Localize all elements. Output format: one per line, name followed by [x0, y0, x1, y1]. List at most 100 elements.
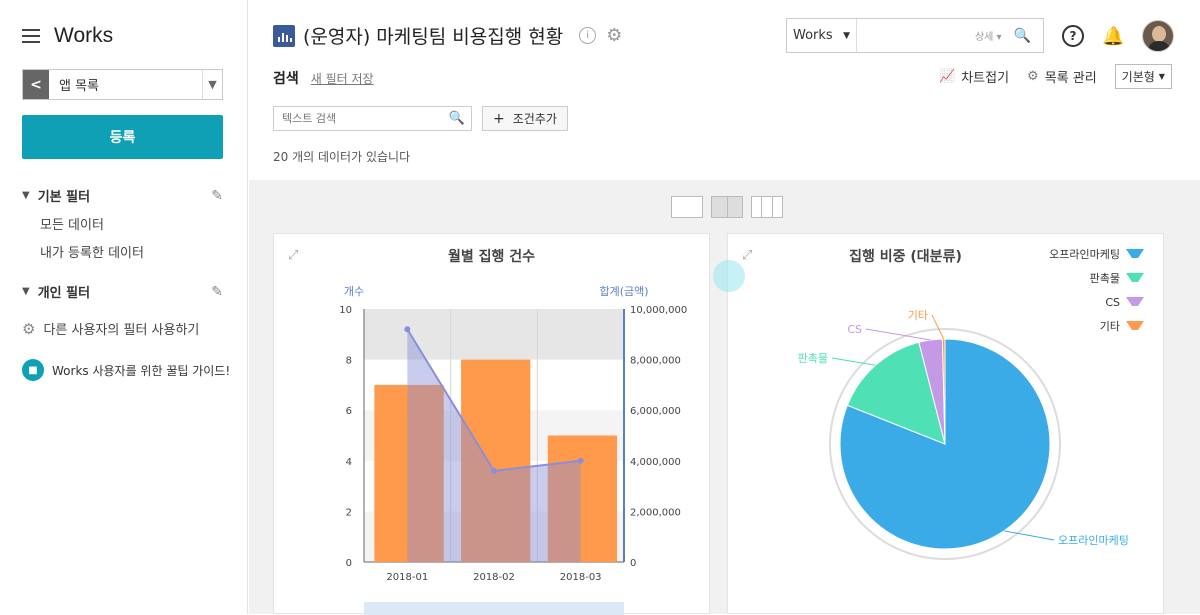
plus-icon: +: [493, 110, 505, 127]
legend-swatch: [1126, 273, 1144, 282]
legend-label: 오프라인마케팅: [1049, 248, 1120, 261]
legend-swatch: [1126, 321, 1144, 330]
bell-icon[interactable]: 🔔: [1102, 26, 1124, 47]
x-tick-label: 2018-01: [386, 572, 428, 583]
line-point: [404, 326, 411, 333]
brand: Works: [22, 24, 113, 48]
top-bar: (운영자) 마케팅팀 비용집행 현황 i ⚙ Works ▼ 상세 ▾ 🔍 ? …: [249, 0, 1200, 180]
chart-icon: 📈: [939, 69, 956, 84]
search-detail-toggle[interactable]: 상세 ▾: [975, 28, 1002, 43]
text-search-input[interactable]: [274, 112, 444, 125]
search-row: 검색 새 필터 저장: [273, 68, 374, 88]
legend-label: CS: [1105, 296, 1120, 309]
app-list-select[interactable]: < 앱 목록 ▼: [22, 69, 223, 100]
help-icon[interactable]: ?: [1062, 25, 1084, 47]
global-search: Works ▼ 상세 ▾ 🔍: [786, 18, 1044, 53]
pencil-icon[interactable]: ✎: [211, 284, 223, 300]
y2-tick-label: 8,000,000: [630, 356, 681, 367]
cursor-highlight: [713, 260, 745, 292]
layout-single-button[interactable]: [671, 196, 703, 218]
layout-triple-button[interactable]: [751, 196, 783, 218]
line-point: [491, 467, 497, 474]
grid-band: [364, 309, 624, 360]
search-icon[interactable]: 🔍: [1014, 28, 1031, 44]
legend-label: 판촉물: [1090, 272, 1120, 285]
back-arrow-icon[interactable]: <: [23, 70, 49, 99]
guide-label: Works 사용자를 위한 꿀팁 가이드!: [52, 363, 231, 378]
bar-chart-icon: [273, 24, 295, 47]
y2-tick-label: 0: [630, 558, 636, 569]
search-icon[interactable]: 🔍: [449, 111, 465, 126]
search-scope-select[interactable]: Works ▼: [787, 19, 857, 52]
pie-callout-label: 판촉물: [798, 352, 828, 365]
basic-filter-section: ▼ 기본 필터 ✎ 모든 데이터 내가 등록한 데이터: [22, 186, 223, 262]
top-icons: ? 🔔: [1062, 20, 1175, 52]
add-condition-button[interactable]: + 조건추가: [482, 106, 568, 131]
y2-tick-label: 10,000,000: [630, 305, 687, 316]
list-manage-button[interactable]: ⚙ 목록 관리: [1027, 67, 1097, 86]
avatar[interactable]: [1142, 20, 1175, 52]
y2-tick-label: 6,000,000: [630, 406, 681, 417]
gear-icon: ⚙: [22, 319, 36, 338]
basic-filter-header[interactable]: ▼ 기본 필터 ✎: [22, 186, 223, 206]
personal-filter-title: 개인 필터: [37, 286, 91, 301]
pie-callout-label: CS: [847, 323, 862, 336]
pencil-icon[interactable]: ✎: [211, 188, 223, 204]
chart-card-ratio: ⤢ 집행 비중 (대분류) 오프라인마케팅 판촉물 CS 기타 오프라인마케팅 판촉물 CS…: [727, 233, 1164, 614]
sidebar: Works < 앱 목록 ▼ 등록 ▼ 기본 필터 ✎ 모든 데이터 내가 등록…: [0, 0, 248, 614]
pie-callout-line: [931, 314, 945, 340]
chevron-down-icon: ▼: [22, 190, 30, 201]
bookmark-icon: ■: [22, 359, 44, 381]
gear-icon: ⚙: [1027, 69, 1039, 84]
y2-tick-label: 4,000,000: [630, 457, 681, 468]
text-search-box: 🔍: [273, 106, 472, 131]
y2-axis-label: 합계(금액): [599, 285, 648, 298]
line-point: [577, 457, 584, 464]
brand-name: Works: [54, 24, 114, 47]
caret-down-icon: ▼: [1158, 72, 1165, 81]
hamburger-menu-icon[interactable]: [22, 29, 40, 43]
pie-chart: 오프라인마케팅판촉물CS기타오프라인마케팅판촉물CS기타: [798, 248, 1144, 560]
page-title: (운영자) 마케팅팀 비용집행 현황: [303, 26, 564, 48]
page-title-wrap: (운영자) 마케팅팀 비용집행 현황 i ⚙: [273, 22, 622, 49]
legend-label: 기타: [1100, 320, 1120, 333]
app-list-label: 앱 목록: [59, 79, 100, 94]
filter-item-all-data[interactable]: 모든 데이터: [22, 214, 223, 233]
layout-double-button[interactable]: [711, 196, 743, 218]
register-button[interactable]: 등록: [22, 115, 223, 159]
pie-callout-line: [831, 357, 876, 366]
other-user-filter-link[interactable]: ⚙ 다른 사용자의 필터 사용하기: [22, 319, 199, 339]
chart-zoom-scrollbar[interactable]: [364, 602, 624, 615]
gear-icon[interactable]: ⚙: [606, 25, 622, 46]
view-mode-select[interactable]: 기본형 ▼: [1114, 64, 1172, 89]
y-tick-label: 10: [339, 305, 352, 316]
list-manage-label: 목록 관리: [1044, 71, 1097, 86]
info-icon[interactable]: i: [579, 27, 597, 44]
personal-filter-header[interactable]: ▼ 개인 필터 ✎: [22, 282, 223, 302]
view-mode-label: 기본형: [1121, 70, 1155, 84]
y-tick-label: 4: [346, 457, 352, 468]
y-tick-label: 8: [346, 356, 352, 367]
x-tick-label: 2018-02: [473, 572, 515, 583]
y-tick-label: 2: [346, 507, 352, 518]
right-tools: 📈 차트접기 ⚙ 목록 관리 기본형 ▼: [939, 64, 1172, 89]
chevron-down-icon[interactable]: ▼: [202, 70, 222, 99]
y2-tick-label: 2,000,000: [630, 507, 681, 518]
x-tick-label: 2018-03: [560, 572, 602, 583]
y-axis-label: 개수: [344, 285, 364, 298]
save-filter-link[interactable]: 새 필터 저장: [311, 70, 374, 87]
filter-item-my-data[interactable]: 내가 등록한 데이터: [22, 242, 223, 261]
legend-swatch: [1126, 297, 1144, 306]
bar-line-chart: 개수 합계(금액) 0 2 4 6 8 10 0 2,000,000 4,000,000 6,00…: [339, 285, 687, 615]
layout-toggle: [671, 196, 783, 218]
fold-chart-button[interactable]: 📈 차트접기: [939, 67, 1009, 86]
chevron-down-icon: ▼: [22, 286, 30, 297]
main-area: (운영자) 마케팅팀 비용집행 현황 i ⚙ Works ▼ 상세 ▾ 🔍 ? …: [249, 0, 1200, 615]
guide-link[interactable]: ■ Works 사용자를 위한 꿀팁 가이드!: [22, 359, 230, 381]
y-tick-label: 0: [346, 558, 352, 569]
caret-down-icon: ▼: [843, 30, 850, 41]
legend-swatch: [1126, 249, 1144, 258]
y-tick-label: 6: [346, 406, 352, 417]
data-count-text: 20 개의 데이터가 있습니다: [273, 150, 411, 164]
fold-chart-label: 차트접기: [961, 71, 1010, 86]
